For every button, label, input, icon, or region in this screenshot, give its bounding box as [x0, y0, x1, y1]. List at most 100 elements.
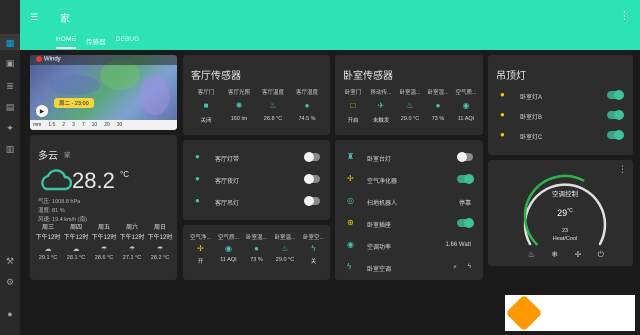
robot-vacuum-row[interactable]: ◎ 扫地机器人 停靠 [335, 194, 483, 210]
sidebar-item-map[interactable]: ▣ [4, 57, 16, 69]
bolt-icon: ϟ [347, 262, 352, 271]
sensor-living-door[interactable]: 客厅门 ■ 关闭 [191, 88, 221, 124]
sensor-air-quality[interactable]: 空气质... ◉ 11 AQI [215, 233, 242, 263]
living-lights-card: ● 客厅灯带 ● 客厅夜灯 ● 客厅吊灯 [183, 140, 330, 220]
sensor-bedroom-motion[interactable]: 移动传... ✈ 未触发 [367, 88, 395, 124]
air-sensors-card: 空气净... ✢ 开 空气质... ◉ 11 AQI 卧室湿... ● 73 %… [183, 225, 330, 280]
sensor-bedroom-temp[interactable]: 卧室温... ♨ 29.0 °C [396, 88, 424, 122]
device-label: 空气净化器 [367, 179, 398, 185]
light-b-toggle[interactable] [607, 110, 624, 120]
bedroom-devices-card: ♜ 卧室台灯 ✢ 空气净化器 ◎ 扫地机器人 停靠 ⊛ 卧室插座 ◉ 空调功率 … [335, 140, 483, 280]
sensor-bedroom-humidity[interactable]: 卧室湿... ● 73 % [425, 88, 451, 122]
device-label: 扫地机器人 [367, 201, 398, 207]
sensor-air-purifier[interactable]: 空气净... ✢ 开 [187, 233, 214, 265]
bedroom-lamp-toggle[interactable] [457, 152, 473, 162]
sensor-living-light[interactable]: 客厅光照 ✺ 160 lm [223, 88, 255, 122]
tab-sensors[interactable]: 传感器 [86, 36, 106, 49]
card-title: 卧室传感器 [343, 71, 393, 82]
living-light-strip[interactable]: ● 客厅灯带 [183, 150, 330, 166]
sidebar-item-history[interactable]: ▤ [4, 101, 16, 113]
rain-icon: ☂ [156, 246, 164, 253]
ac-power-row[interactable]: ◉ 空调功率 1.66 Watt [335, 238, 483, 254]
ceiling-lights-card: 吊顶灯 ● 卧室灯A ● 卧室灯B ● 卧室灯C [488, 55, 633, 155]
sidebar-item-media[interactable]: ▥ [4, 143, 16, 155]
menu-icon[interactable]: ☰ [30, 12, 38, 23]
view-tabs: HOME 传感器 DEBUG [56, 36, 139, 49]
bedroom-plug-toggle[interactable] [457, 218, 474, 228]
snowflake-icon[interactable]: ❄ [552, 250, 559, 260]
thermostat[interactable]: 空调控制 29°C 23 Heat/Cool ♨ ❄ ✢ ⏻ [510, 166, 620, 262]
power-icon[interactable]: ⏻ [598, 250, 604, 260]
living-ceiling-light-toggle[interactable] [304, 196, 320, 206]
weather-card[interactable]: 多云 家 28.2 °C 气压: 1008.8 hPa 湿度: 81 % 风速:… [30, 135, 177, 280]
light-c-toggle[interactable] [607, 130, 624, 140]
forecast-day: 周五 下午12时 ☂ 28.6 °C [91, 225, 117, 261]
lightbulb-icon: ● [500, 130, 505, 139]
rain-icon: ☂ [100, 246, 108, 253]
living-light-strip-toggle[interactable] [304, 152, 320, 162]
tab-home[interactable]: HOME [56, 36, 76, 49]
sensor-living-humidity[interactable]: 客厅湿度 ● 74.5 % [291, 88, 323, 122]
scale-label: 2 [62, 122, 66, 128]
scale-label: 7 [81, 122, 85, 128]
droplet-icon: ● [254, 244, 259, 253]
watermark [505, 294, 635, 332]
fan-icon: ✢ [197, 244, 204, 253]
light-row-c[interactable]: ● 卧室灯C [488, 128, 633, 144]
scale-label: mm [33, 122, 42, 128]
bedroom-plug-row[interactable]: ⊛ 卧室插座 [335, 216, 483, 232]
bedroom-ac-row[interactable]: ϟ 卧室空调 ⚡ ϟ [335, 260, 483, 276]
page-title: 家 [60, 14, 70, 25]
more-vert-icon[interactable]: ⋮ [619, 9, 630, 22]
sensor-ac[interactable]: 卧室空... ϟ 关 [300, 233, 327, 265]
sensor-living-temp[interactable]: 客厅温度 ♨ 28.8 °C [257, 88, 289, 122]
sidebar-item-developer-tools[interactable]: ⚒ [4, 255, 16, 267]
sensor-bedroom-air-quality[interactable]: 空气质... ◉ 11 AQI [452, 88, 480, 122]
light-row-a[interactable]: ● 卧室灯A [488, 88, 633, 104]
windy-map[interactable]: Windy 周二 - 23:00 ▶ mm 1.5 2 3 7 10 20 30 [30, 55, 177, 130]
sensor-temperature[interactable]: 卧室温... ♨ 29.0 °C [271, 233, 299, 263]
light-a-toggle[interactable] [607, 90, 624, 100]
light-row-b[interactable]: ● 卧室灯B [488, 108, 633, 124]
play-button[interactable]: ▶ [36, 105, 48, 117]
living-night-light[interactable]: ● 客厅夜灯 [183, 172, 330, 188]
weather-pressure: 气压: 1008.8 hPa [38, 199, 81, 205]
fan-icon[interactable]: ✢ [575, 250, 582, 260]
fan-icon: ✢ [347, 174, 354, 183]
air-purifier-row[interactable]: ✢ 空气净化器 [335, 172, 483, 188]
device-label: 卧室台灯 [367, 157, 392, 163]
living-night-light-toggle[interactable] [304, 174, 320, 184]
windy-logo-icon [36, 56, 42, 62]
sidebar-item-notifications[interactable]: ● [4, 308, 16, 320]
device-label: 空调功率 [367, 245, 392, 251]
eye-icon: ◉ [225, 244, 232, 253]
sidebar-item-overview[interactable]: ▦ [4, 37, 16, 49]
door-icon: ■ [203, 101, 209, 110]
card-title: 客厅传感器 [191, 71, 241, 82]
sensor-bedroom-door[interactable]: 卧室门 □ 开启 [340, 88, 366, 124]
watermark-logo-icon [505, 294, 543, 332]
lightbulb-icon: ● [500, 110, 505, 119]
sidebar-item-settings[interactable]: ⚙ [4, 276, 16, 288]
scale-label: 10 [91, 122, 98, 128]
tab-debug[interactable]: DEBUG [116, 36, 140, 49]
device-label: 卧室空调 [367, 267, 392, 273]
living-sensors-card: 客厅传感器 客厅门 ■ 关闭 客厅光照 ✺ 160 lm 客厅温度 ♨ 28.8… [183, 55, 330, 135]
air-purifier-toggle[interactable] [457, 174, 474, 184]
living-ceiling-light[interactable]: ● 客厅吊灯 [183, 194, 330, 210]
lightbulb-icon: ● [195, 152, 200, 161]
scale-label: 30 [116, 122, 123, 128]
motion-icon: ✈ [377, 101, 385, 110]
sidebar-item-config[interactable]: ✦ [4, 122, 16, 134]
forecast-day: 周三 下午12时 ☁ 29.1 °C [35, 225, 61, 261]
device-state: 停靠 [458, 201, 471, 207]
fire-icon[interactable]: ♨ [528, 250, 535, 260]
bolt-off-icon[interactable]: ⚡ [453, 264, 457, 271]
sidebar-item-logbook[interactable]: ≣ [4, 80, 16, 92]
sensor-humidity[interactable]: 卧室湿... ● 73 % [243, 233, 270, 263]
bedroom-lamp-row[interactable]: ♜ 卧室台灯 [335, 150, 483, 166]
bolt-on-icon[interactable]: ϟ [468, 264, 471, 270]
eye-icon: ◉ [462, 101, 470, 110]
robot-icon: ◎ [347, 196, 354, 205]
thermostat-mode: Heat/Cool [552, 236, 578, 242]
